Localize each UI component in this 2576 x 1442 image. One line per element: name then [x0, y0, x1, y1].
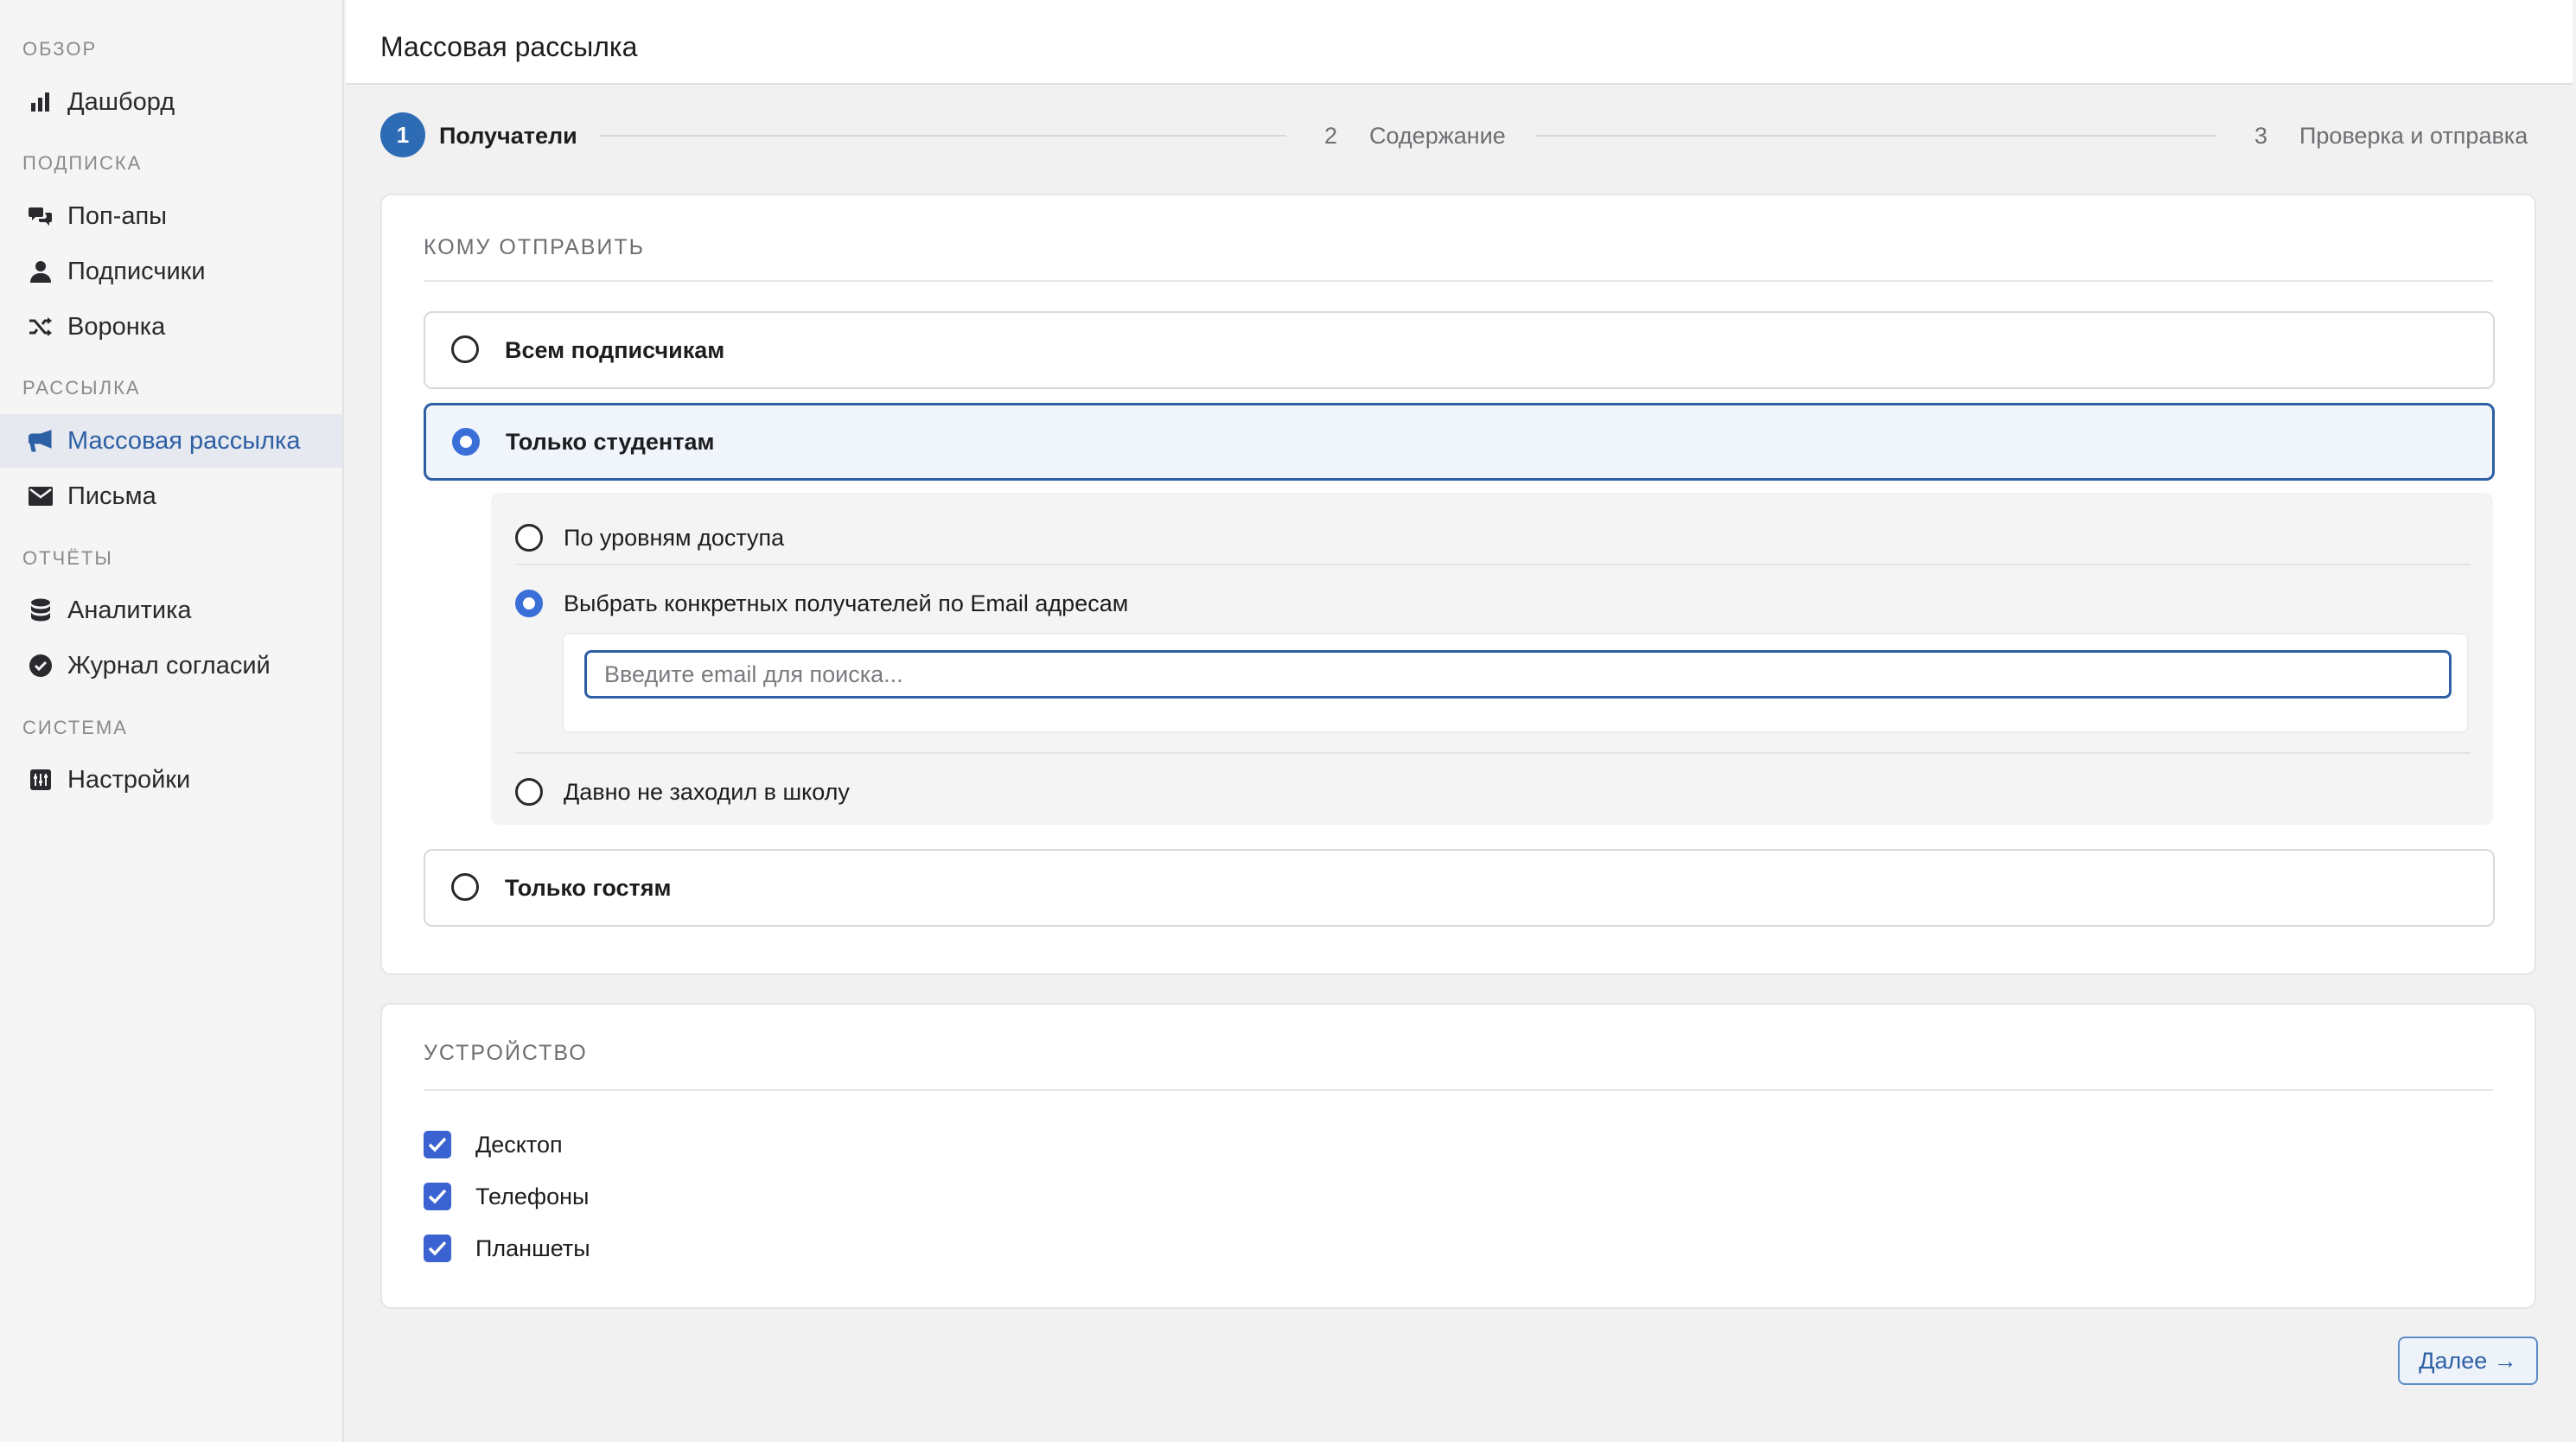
option-label: Только гостям — [505, 874, 672, 901]
check-circle-icon — [28, 653, 54, 679]
megaphone-icon — [28, 428, 54, 454]
checkbox-tablets[interactable] — [424, 1235, 451, 1262]
checkbox-label: Планшеты — [475, 1235, 590, 1261]
divider — [424, 1089, 2493, 1091]
suboption-specific-emails[interactable]: Выбрать конкретных получателей по Email … — [515, 577, 2477, 629]
bar-chart-icon — [28, 89, 54, 115]
option-label: Только студентам — [506, 428, 715, 455]
checkbox-desktop[interactable] — [424, 1131, 451, 1158]
option-label: Всем подписчикам — [505, 336, 725, 363]
user-icon — [28, 258, 54, 284]
suboption-label: Выбрать конкретных получателей по Email … — [564, 590, 1129, 616]
suboption-access-levels[interactable]: По уровням доступа — [515, 512, 2477, 564]
recipients-section-title: КОМУ ОТПРАВИТЬ — [424, 235, 646, 259]
chat-bubbles-icon — [28, 203, 54, 229]
check-icon — [428, 1137, 447, 1152]
shuffle-icon — [28, 314, 54, 340]
step-3-label: Проверка и отправка — [2299, 123, 2528, 149]
radio-students-only[interactable] — [452, 428, 480, 456]
suboption-label: Давно не заходил в школу — [564, 778, 850, 805]
radio-specific-emails[interactable] — [515, 590, 543, 617]
sidebar-item-label: Поп-апы — [67, 201, 168, 230]
checkbox-row-desktop[interactable]: Десктоп — [424, 1126, 563, 1164]
app-window: ОБЗОР Дашборд ПОДПИСКА Поп-апы Подписчик… — [0, 0, 2576, 1442]
checkbox-label: Телефоны — [475, 1183, 590, 1209]
radio-guests-only[interactable] — [451, 873, 479, 901]
checkbox-label: Десктоп — [475, 1131, 563, 1158]
next-button[interactable]: Далее → — [2398, 1337, 2538, 1385]
sidebar-item-consent-log[interactable]: Журнал согласий — [0, 639, 342, 692]
sidebar-item-label: Массовая рассылка — [67, 426, 301, 455]
sidebar-item-funnel[interactable]: Воронка — [0, 300, 342, 354]
divider — [515, 752, 2471, 754]
sidebar: ОБЗОР Дашборд ПОДПИСКА Поп-апы Подписчик… — [0, 0, 344, 1442]
radio-all-subscribers[interactable] — [451, 335, 479, 363]
sidebar-section-reports: ОТЧЁТЫ — [22, 547, 113, 569]
stepper: 1 Получатели 2 Содержание 3 Проверка и о… — [380, 112, 2538, 161]
student-suboptions-panel: По уровням доступа Выбрать конкретных по… — [491, 493, 2493, 825]
radio-access-levels[interactable] — [515, 524, 543, 552]
check-icon — [428, 1189, 447, 1204]
email-search-box — [562, 633, 2469, 733]
sidebar-section-system: СИСТЕМА — [22, 717, 128, 738]
sidebar-item-label: Письма — [67, 482, 156, 510]
sidebar-item-analytics[interactable]: Аналитика — [0, 584, 342, 637]
checkbox-row-phones[interactable]: Телефоны — [424, 1177, 589, 1215]
page-header: Массовая рассылка — [346, 0, 2573, 85]
sidebar-section-mailing: РАССЫЛКА — [22, 377, 141, 399]
device-card: УСТРОЙСТВО Десктоп Телефоны Планшеты — [380, 1003, 2536, 1309]
option-all-subscribers[interactable]: Всем подписчикам — [424, 311, 2495, 389]
sidebar-item-label: Аналитика — [67, 596, 192, 624]
sidebar-item-popups[interactable]: Поп-апы — [0, 189, 342, 243]
device-section-title: УСТРОЙСТВО — [424, 1041, 588, 1065]
option-students-only[interactable]: Только студентам — [424, 403, 2495, 481]
sidebar-item-subscribers[interactable]: Подписчики — [0, 245, 342, 298]
step-connector — [1535, 135, 2216, 137]
sidebar-item-label: Журнал согласий — [67, 651, 271, 680]
sidebar-item-dashboard[interactable]: Дашборд — [0, 75, 342, 129]
database-icon — [28, 597, 54, 623]
checkbox-phones[interactable] — [424, 1183, 451, 1210]
step-connector — [600, 135, 1286, 137]
step-1-circle: 1 — [380, 112, 425, 157]
envelope-icon — [28, 483, 54, 509]
radio-inactive[interactable] — [515, 778, 543, 806]
sidebar-item-label: Настройки — [67, 765, 191, 794]
suboption-label: По уровням доступа — [564, 524, 785, 551]
settings-icon — [28, 767, 54, 793]
step-1-label: Получатели — [439, 123, 577, 149]
step-2-label: Содержание — [1369, 123, 1506, 149]
sidebar-section-overview: ОБЗОР — [22, 38, 98, 60]
sidebar-item-settings[interactable]: Настройки — [0, 753, 342, 807]
step-3-number: 3 — [2254, 123, 2268, 149]
sidebar-item-mass-mailing[interactable]: Массовая рассылка — [0, 414, 342, 468]
sidebar-item-label: Воронка — [67, 312, 166, 341]
checkbox-row-tablets[interactable]: Планшеты — [424, 1229, 590, 1267]
sidebar-item-label: Дашборд — [67, 87, 175, 116]
check-icon — [428, 1241, 447, 1256]
suboption-inactive[interactable]: Давно не заходил в школу — [515, 766, 2477, 818]
sidebar-section-subscription: ПОДПИСКА — [22, 152, 143, 174]
divider — [424, 280, 2493, 282]
sidebar-item-label: Подписчики — [67, 257, 206, 285]
option-guests-only[interactable]: Только гостям — [424, 849, 2495, 927]
divider — [515, 564, 2471, 565]
email-search-input[interactable] — [584, 650, 2452, 699]
step-2-number: 2 — [1324, 123, 1338, 149]
page-title: Массовая рассылка — [380, 31, 638, 62]
sidebar-item-letters[interactable]: Письма — [0, 469, 342, 523]
